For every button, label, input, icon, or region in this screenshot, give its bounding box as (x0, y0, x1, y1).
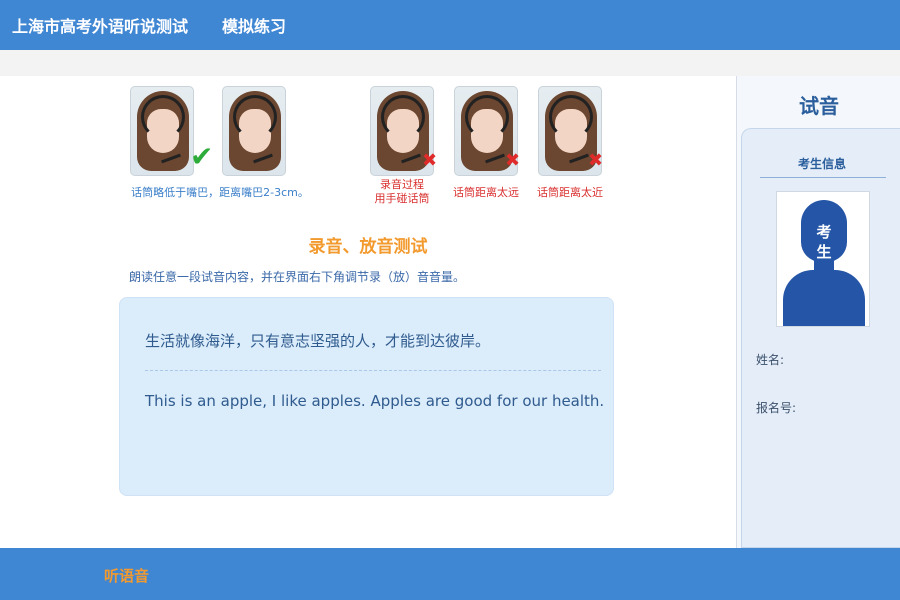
toolbar-strip (0, 50, 900, 76)
registration-label: 报名号: (756, 401, 797, 415)
reading-divider (145, 370, 601, 371)
mode-label: 模拟练习 (222, 17, 287, 36)
sidebar: 试音 考生信息 考生 姓名: 报名号: (736, 76, 900, 548)
instruction-text: 朗读任意一段试音内容，并在界面右下角调节录（放）音音量。 (129, 270, 466, 284)
reading-box: 生活就像海洋，只有意志坚强的人，才能到达彼岸。 This is an apple… (119, 297, 614, 496)
cross-icon: ✖ (505, 150, 521, 171)
app-title: 上海市高考外语听说测试 (12, 17, 189, 36)
top-bar: 上海市高考外语听说测试 模拟练习 (0, 0, 900, 50)
cross-icon: ✖ (588, 150, 604, 171)
reading-chinese: 生活就像海洋，只有意志坚强的人，才能到达彼岸。 (145, 332, 491, 350)
candidate-info-panel: 考生信息 考生 姓名: 报名号: (741, 128, 900, 548)
headset-face-image (130, 86, 194, 176)
check-icon: ✔ (190, 140, 214, 173)
bottom-bar: 听语音 (0, 548, 900, 600)
example-caption-near: 话筒距离太近 (537, 186, 603, 199)
section-title: 录音、放音测试 (308, 237, 428, 257)
example-caption-touch: 录音过程 用手碰话筒 (360, 178, 444, 206)
listen-audio-button[interactable]: 听语音 (104, 565, 149, 586)
example-correct-left (130, 86, 194, 176)
example-correct-right (222, 86, 286, 176)
name-label: 姓名: (756, 353, 785, 367)
candidate-photo: 考生 (776, 191, 870, 327)
cross-icon: ✖ (422, 150, 438, 171)
caption-line-2: 用手碰话筒 (374, 192, 430, 205)
main-content: ✔ 话筒略低于嘴巴，距离嘴巴2-3cm。 ✖ 录音过程 用手碰话筒 ✖ 话筒距离… (0, 76, 736, 548)
panel-header: 考生信息 (797, 157, 846, 171)
headset-face-image (222, 86, 286, 176)
panel-divider (760, 177, 886, 178)
reading-english: This is an apple, I like apples. Apples … (145, 392, 605, 410)
photo-label: 考生 (816, 223, 832, 261)
example-caption-correct: 话筒略低于嘴巴，距离嘴巴2-3cm。 (131, 186, 309, 199)
sidebar-title: 试音 (799, 94, 839, 118)
example-caption-far: 话筒距离太远 (453, 186, 519, 199)
caption-line-1: 录音过程 (380, 178, 424, 191)
